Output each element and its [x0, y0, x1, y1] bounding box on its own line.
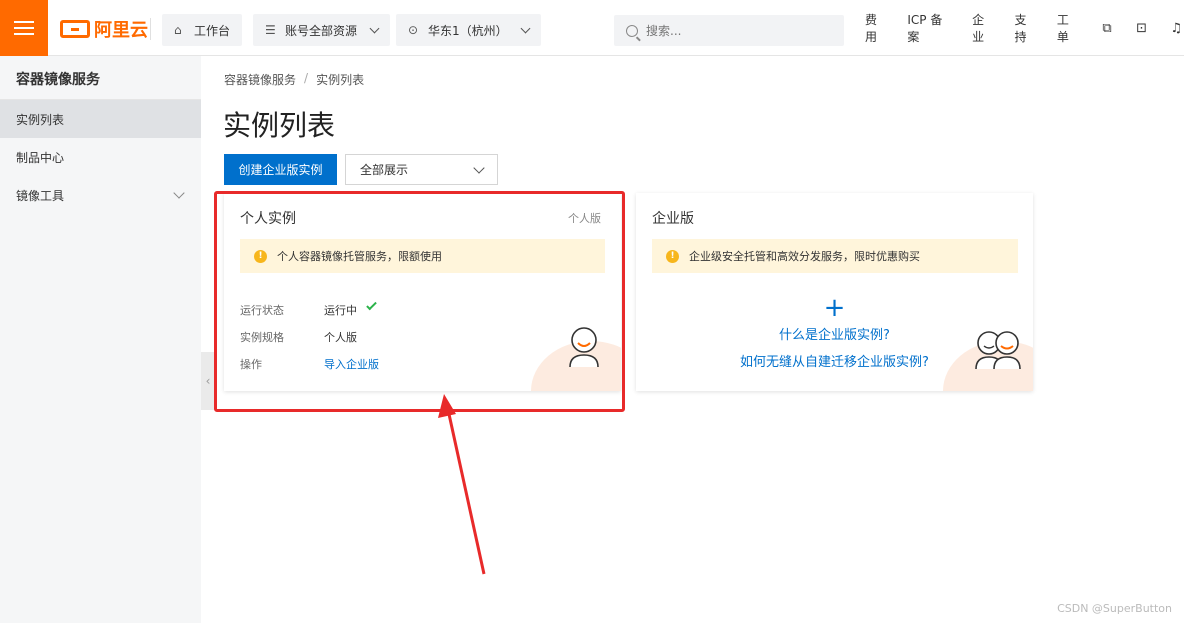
watermark: CSDN @SuperButton: [1057, 602, 1172, 615]
annotation-arrow: [438, 394, 486, 575]
